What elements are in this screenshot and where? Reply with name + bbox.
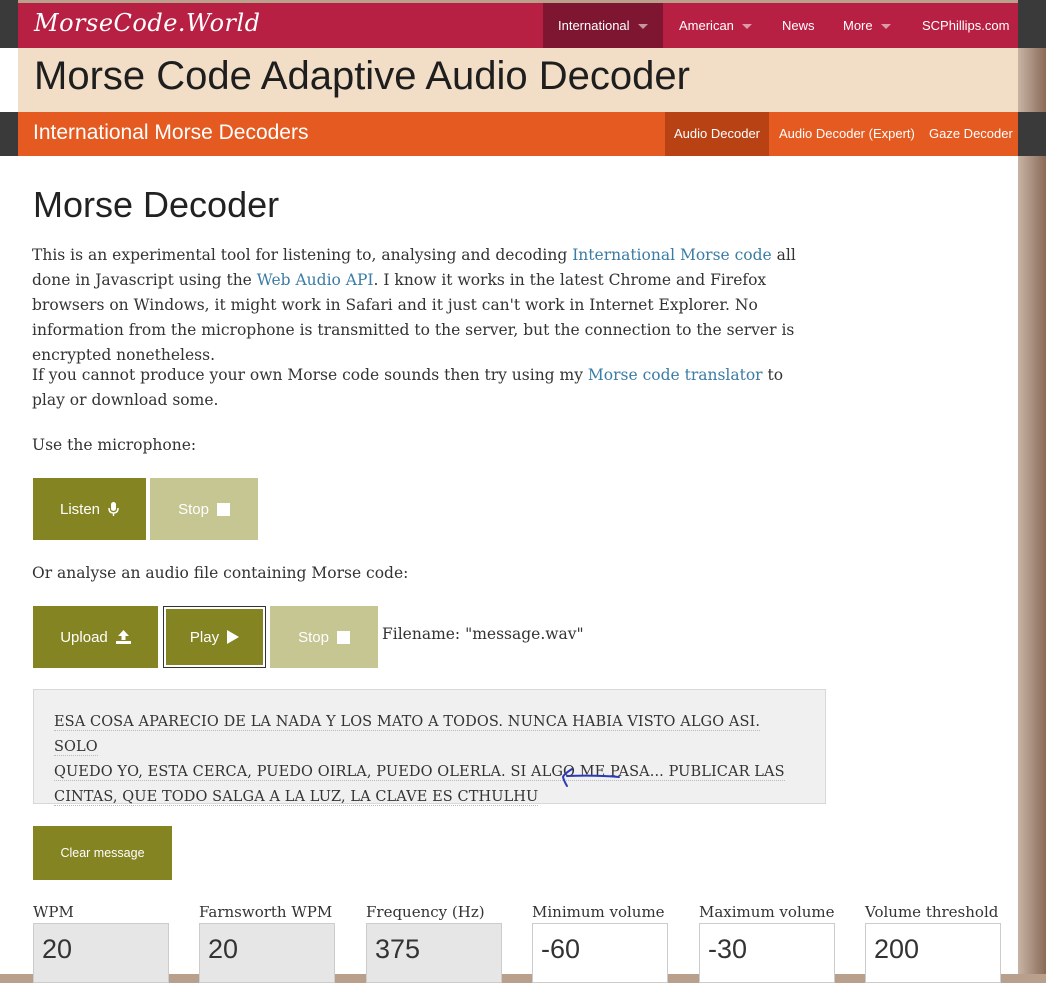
translator-text: If you cannot produce your own Morse cod… (32, 366, 588, 384)
tab-gaze-decoder[interactable]: Gaze Decoder (929, 112, 1013, 156)
farnsworth-wpm-label: Farnsworth WPM (199, 903, 333, 921)
upload-button-label: Upload (60, 628, 108, 646)
subnav-edge-right (1018, 112, 1046, 156)
farnsworth-wpm-field[interactable]: 20 (199, 923, 335, 983)
nav-item-label: More (843, 18, 873, 33)
filename-label: Filename: "message.wav" (382, 625, 584, 643)
maximum-volume-label: Maximum volume (699, 903, 835, 921)
upload-icon (115, 630, 131, 644)
decoded-message: ESA COSA APARECIO DE LA NADA Y LOS MATO … (54, 710, 804, 810)
section-navbar: International Morse Decoders Audio Decod… (18, 112, 1018, 156)
nav-item-international[interactable]: International (543, 3, 663, 48)
message-line: ESA COSA APARECIO DE LA NADA Y LOS MATO … (54, 714, 761, 756)
message-line: CINTAS, QUE TODO SALGA A LA LUZ, LA CLAV… (54, 789, 539, 806)
nav-item-label: International (558, 18, 630, 33)
page-bg-right-top (1018, 0, 1046, 48)
microphone-icon (108, 501, 119, 517)
file-stop-button[interactable]: Stop (270, 606, 378, 668)
frequency-field[interactable]: 375 (366, 923, 502, 983)
listen-button[interactable]: Listen (33, 478, 146, 540)
nav-item-news[interactable]: News (782, 3, 815, 48)
page-bg-left-lower (0, 48, 18, 974)
minimum-volume-label: Minimum volume (532, 903, 665, 921)
wpm-field[interactable]: 20 (33, 923, 169, 983)
nav-item-label: American (679, 18, 734, 33)
chevron-down-icon (741, 24, 752, 30)
nav-item-label: SCPhillips.com (922, 18, 1010, 33)
nav-item-more[interactable]: More (843, 3, 891, 48)
play-icon (227, 630, 240, 644)
wpm-label: WPM (33, 903, 74, 921)
section-heading: Morse Decoder (33, 184, 280, 225)
hand-drawn-arrow-icon (561, 768, 620, 787)
main-content: Morse Decoder This is an experimental to… (18, 156, 1018, 983)
microphone-label: Use the microphone: (32, 436, 197, 454)
clear-message-button[interactable]: Clear message (33, 826, 172, 880)
web-audio-api-link[interactable]: Web Audio API (257, 271, 374, 289)
message-line: QUEDO YO, ESTA CERCA, PUEDO OIRLA, PUEDO… (54, 764, 785, 781)
listen-button-label: Listen (59, 500, 101, 518)
decoded-message-box[interactable]: ESA COSA APARECIO DE LA NADA Y LOS MATO … (33, 689, 826, 806)
translator-paragraph: If you cannot produce your own Morse cod… (32, 363, 792, 413)
tab-audio-decoder-expert[interactable]: Audio Decoder (Expert) (779, 112, 915, 156)
morse-code-translator-link[interactable]: Morse code translator (588, 366, 763, 384)
nav-item-label: News (782, 18, 815, 33)
top-navbar: MorseCode.World International American N… (18, 3, 1018, 48)
upload-button[interactable]: Upload (33, 606, 158, 668)
play-button-label: Play (189, 628, 220, 646)
stop-button-label: Stop (298, 628, 329, 646)
international-morse-code-link[interactable]: International Morse code (572, 246, 772, 264)
file-analysis-label: Or analyse an audio file containing Mors… (32, 564, 409, 582)
stop-icon (336, 630, 350, 644)
mic-stop-button[interactable]: Stop (150, 478, 258, 540)
section-title[interactable]: International Morse Decoders (33, 121, 308, 145)
frequency-label: Frequency (Hz) (366, 903, 485, 921)
nav-item-scphillips[interactable]: SCPhillips.com (922, 3, 1009, 48)
maximum-volume-field[interactable]: -30 (699, 923, 835, 983)
intro-text: This is an experimental tool for listeni… (32, 246, 573, 264)
subnav-edge-left (0, 112, 18, 156)
volume-threshold-label: Volume threshold (865, 903, 999, 921)
page-banner: Morse Code Adaptive Audio Decoder (18, 48, 1018, 112)
intro-paragraph: This is an experimental tool for listeni… (32, 243, 832, 368)
stop-button-label: Stop (178, 500, 209, 518)
play-button[interactable]: Play (163, 606, 266, 668)
page-title: Morse Code Adaptive Audio Decoder (34, 54, 690, 98)
volume-threshold-field[interactable]: 200 (865, 923, 1001, 983)
nav-item-american[interactable]: American (679, 3, 752, 48)
minimum-volume-field[interactable]: -60 (532, 923, 668, 983)
tab-audio-decoder[interactable]: Audio Decoder (665, 112, 769, 156)
site-logo[interactable]: MorseCode.World (34, 9, 261, 37)
chevron-down-icon (880, 24, 891, 30)
stop-icon (216, 502, 230, 516)
chevron-down-icon (637, 24, 648, 30)
